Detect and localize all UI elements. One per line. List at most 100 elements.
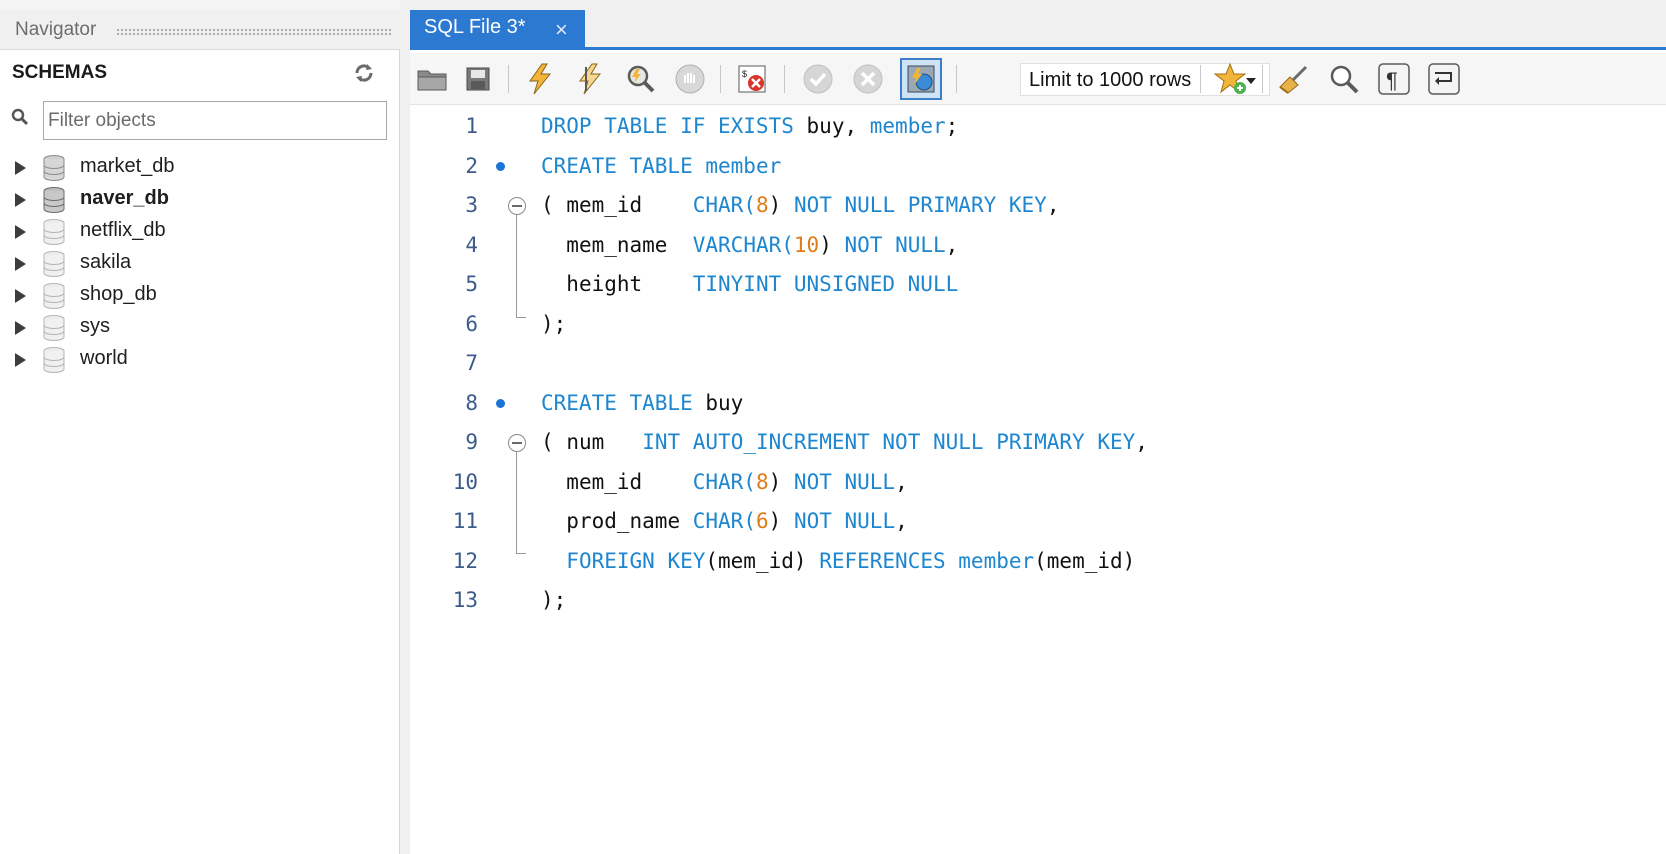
database-icon <box>43 315 65 341</box>
fold-toggle-icon[interactable] <box>508 197 526 215</box>
line-number: 11 <box>452 509 478 533</box>
expand-arrow-icon[interactable] <box>15 289 26 303</box>
toolbar-separator <box>720 65 721 93</box>
schemas-label: SCHEMAS <box>12 62 108 83</box>
database-icon <box>43 219 65 245</box>
line-number: 5 <box>465 272 478 296</box>
beautify-icon[interactable] <box>1276 61 1312 97</box>
code-text: CREATE TABLE buy <box>541 391 744 415</box>
code-text: mem_id CHAR(8) NOT NULL, <box>566 470 908 494</box>
rollback-icon[interactable] <box>850 61 886 97</box>
line-number: 2 <box>465 154 478 178</box>
tab-bar: SQL File 3* × <box>410 0 1666 50</box>
panel-grip[interactable] <box>116 28 391 37</box>
schema-tree: market_db naver_db netflix_db sakila sho… <box>0 152 400 376</box>
line-number: 12 <box>452 549 478 573</box>
autocommit-icon[interactable] <box>900 58 942 100</box>
stop-icon[interactable] <box>672 61 708 97</box>
expand-arrow-icon[interactable] <box>15 225 26 239</box>
expand-arrow-icon[interactable] <box>15 193 26 207</box>
explain-icon[interactable] <box>622 61 658 97</box>
expand-arrow-icon[interactable] <box>15 161 26 175</box>
filter-objects-input[interactable] <box>43 101 387 140</box>
code-line: 11 prod_name CHAR(6) NOT NULL, <box>410 503 1666 543</box>
schema-name: shop_db <box>80 283 157 305</box>
code-line: 12 FOREIGN KEY(mem_id) REFERENCES member… <box>410 543 1666 583</box>
tab-label: SQL File 3* <box>424 16 526 38</box>
schema-item-naver-db[interactable]: naver_db <box>0 184 400 216</box>
line-number: 6 <box>465 312 478 336</box>
schema-item-world[interactable]: world <box>0 344 400 376</box>
line-number: 8 <box>465 391 478 415</box>
database-icon <box>43 251 65 277</box>
code-text: CREATE TABLE member <box>541 154 782 178</box>
expand-arrow-icon[interactable] <box>15 353 26 367</box>
code-line: 5 height TINYINT UNSIGNED NULL <box>410 266 1666 306</box>
commit-icon[interactable] <box>800 61 836 97</box>
code-text: ( mem_id CHAR(8) NOT NULL PRIMARY KEY, <box>541 193 1060 217</box>
code-text: ( num INT AUTO_INCREMENT NOT NULL PRIMAR… <box>541 430 1148 454</box>
line-number: 4 <box>465 233 478 257</box>
toggle-error-icon[interactable]: $ <box>734 61 770 97</box>
top-strip <box>0 0 400 10</box>
sql-code-editor[interactable]: 1 DROP TABLE IF EXISTS buy, member; 2 CR… <box>410 108 1666 854</box>
code-line: 6 ); <box>410 306 1666 346</box>
schema-item-sys[interactable]: sys <box>0 312 400 344</box>
add-snippet-icon[interactable] <box>1214 61 1250 97</box>
code-text: ); <box>541 312 567 336</box>
schema-name: naver_db <box>80 187 169 209</box>
execute-icon[interactable] <box>522 61 558 97</box>
tab-sql-file-3[interactable]: SQL File 3* × <box>410 10 585 50</box>
find-icon[interactable] <box>1326 61 1362 97</box>
open-file-icon[interactable] <box>414 61 450 97</box>
fold-toggle-icon[interactable] <box>508 434 526 452</box>
navigator-panel: Navigator SCHEMAS market_db <box>0 0 400 854</box>
code-line: 7 <box>410 345 1666 385</box>
editor-toolbar: $ Limit to 1000 rows ¶ <box>410 53 1666 105</box>
code-line: 13 ); <box>410 582 1666 622</box>
schema-item-netflix-db[interactable]: netflix_db <box>0 216 400 248</box>
schema-item-shop-db[interactable]: shop_db <box>0 280 400 312</box>
database-icon <box>43 283 65 309</box>
code-line: 4 mem_name VARCHAR(10) NOT NULL, <box>410 227 1666 267</box>
code-line: 2 CREATE TABLE member <box>410 148 1666 188</box>
sql-editor-area: SQL File 3* × $ Limit to 1000 rows ¶ 1 D… <box>410 0 1666 854</box>
code-text: mem_name VARCHAR(10) NOT NULL, <box>566 233 959 257</box>
schema-name: world <box>80 347 128 369</box>
line-number: 9 <box>465 430 478 454</box>
invisible-chars-icon[interactable]: ¶ <box>1376 61 1412 97</box>
limit-rows-label: Limit to 1000 rows <box>1029 69 1192 91</box>
schema-item-sakila[interactable]: sakila <box>0 248 400 280</box>
line-number: 10 <box>452 470 478 494</box>
expand-arrow-icon[interactable] <box>15 321 26 335</box>
word-wrap-icon[interactable] <box>1426 61 1462 97</box>
expand-arrow-icon[interactable] <box>15 257 26 271</box>
code-line: 1 DROP TABLE IF EXISTS buy, member; <box>410 108 1666 148</box>
schema-item-market-db[interactable]: market_db <box>0 152 400 184</box>
code-text: prod_name CHAR(6) NOT NULL, <box>566 509 908 533</box>
database-icon <box>43 187 65 213</box>
toolbar-separator <box>508 65 509 93</box>
code-text: FOREIGN KEY(mem_id) REFERENCES member(me… <box>566 549 1136 573</box>
code-line: 8 CREATE TABLE buy <box>410 385 1666 425</box>
execute-current-icon[interactable] <box>572 61 608 97</box>
statement-marker-icon <box>496 399 505 408</box>
navigator-header: Navigator <box>0 10 400 50</box>
refresh-icon[interactable] <box>353 62 375 84</box>
toolbar-separator <box>1200 65 1201 93</box>
toolbar-separator <box>784 65 785 93</box>
schema-name: netflix_db <box>80 219 166 241</box>
database-icon <box>43 155 65 181</box>
toolbar-separator <box>1262 65 1263 93</box>
close-icon[interactable]: × <box>555 19 568 41</box>
panel-splitter[interactable] <box>400 0 410 854</box>
line-number: 3 <box>465 193 478 217</box>
code-text: DROP TABLE IF EXISTS buy, member; <box>541 114 959 138</box>
line-number: 13 <box>452 588 478 612</box>
code-text: height TINYINT UNSIGNED NULL <box>566 272 959 296</box>
database-icon <box>43 347 65 373</box>
code-line: 10 mem_id CHAR(8) NOT NULL, <box>410 464 1666 504</box>
search-icon <box>11 108 29 126</box>
save-icon[interactable] <box>460 61 496 97</box>
code-line: 9 ( num INT AUTO_INCREMENT NOT NULL PRIM… <box>410 424 1666 464</box>
